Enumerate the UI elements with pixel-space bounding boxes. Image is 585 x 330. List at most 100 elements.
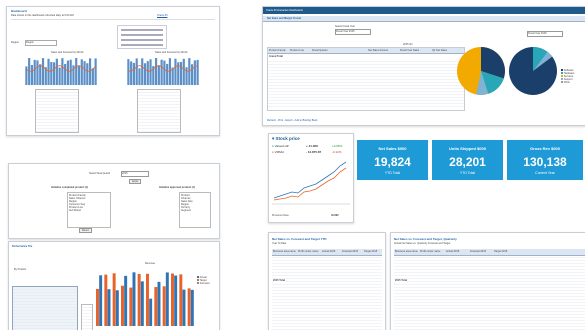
- kpi-subtitle: YTD Total: [459, 171, 476, 175]
- bar: [174, 58, 177, 85]
- stock-row-2: ● VMMH - 12.875.87 -0.12%: [272, 150, 350, 154]
- bar: [75, 58, 78, 85]
- bar: [132, 272, 136, 326]
- bar: [91, 68, 94, 85]
- stock-row-1-value: + 41.368: [306, 144, 318, 148]
- chevron-down-icon[interactable]: ▾: [272, 136, 274, 141]
- forecast-quarterly-panel: Net Sales vs. Forecast and Target, Quart…: [390, 232, 585, 330]
- forecast-quarterly-title: Net Sales vs. Forecast and Target, Quart…: [394, 237, 457, 241]
- region-filter-label: Region: [11, 41, 19, 44]
- bar: [39, 64, 42, 85]
- pivot-table-header: Product Family Product Line Fiscal Quart…: [268, 48, 464, 54]
- bar: [190, 289, 194, 326]
- bar: [154, 58, 158, 85]
- bar: [130, 61, 133, 85]
- left-chart-title: Sales and Forecast by Month: [51, 51, 84, 54]
- report-link[interactable]: Oracle BI: [157, 14, 167, 17]
- bar: [132, 62, 136, 85]
- right-box-title: Initiative approved product (1): [159, 186, 195, 189]
- bar: [140, 281, 144, 326]
- bar: [33, 59, 36, 85]
- kpi-tile-gross-rev[interactable]: Gross Rev $000 130,138 Current Year: [507, 140, 583, 180]
- bar: [30, 64, 34, 85]
- col-header-qtr-net-sales: Qtr Net Sales: [432, 49, 448, 52]
- forecast-ytd-table: Business area name Profit center name Ac…: [272, 249, 382, 330]
- section-bar: Net Sales and Margin Trends: [263, 16, 585, 22]
- kpi-tile-units-shipped[interactable]: Units Shipped $000 28,201 YTD Total: [432, 140, 503, 180]
- bi-dashboard-window: Oracle BI Interactive Dashboards Home Ca…: [262, 6, 585, 126]
- bar: [124, 275, 128, 326]
- forecast-quarterly-total-label: 2015 Total: [395, 279, 408, 282]
- bar: [179, 62, 183, 85]
- reset-button[interactable]: Reset: [79, 228, 92, 233]
- section-title: Net Sales and Margin Trends: [267, 17, 302, 20]
- bar: [104, 274, 108, 326]
- list-item[interactable]: Segment: [181, 209, 209, 212]
- fiscal-period-label: Select fiscal period: [89, 172, 110, 175]
- bar: [143, 63, 147, 85]
- col-header: Profit center name: [420, 250, 441, 253]
- stock-row-1: ● Valued HP + 41.368 +0.06%: [272, 144, 350, 148]
- bar: [121, 285, 124, 326]
- pie-legend: Software Hardware Services Support Other: [561, 69, 575, 84]
- bar: [135, 58, 138, 85]
- analysis-table-label: By Product: [14, 268, 27, 271]
- forecast-quarterly-body: [394, 255, 585, 330]
- bar: [61, 58, 64, 85]
- bullet-icon: ●: [272, 144, 274, 148]
- region-filter-dropdown[interactable]: Region: [25, 40, 57, 46]
- bar: [69, 59, 72, 85]
- bar: [137, 274, 141, 326]
- fiscal-year-prompt-dropdown[interactable]: Fiscal Year 2015: [335, 29, 371, 35]
- forecast-quarterly-subtitle: Actual Net Sales vs. Quarterly Forecast …: [394, 242, 451, 245]
- prompt-block: [117, 25, 167, 49]
- bar: [127, 59, 130, 85]
- previous-close-label: Previous Close: [272, 214, 289, 217]
- col-header-product-line: Product Line: [290, 49, 305, 52]
- bar: [107, 289, 111, 326]
- kpi-tile-net-sales[interactable]: Net Sales $000 19,824 YTD Total: [357, 140, 428, 180]
- pie-prompt-dropdown[interactable]: Fiscal Year 2015: [527, 31, 563, 37]
- bar: [149, 298, 153, 326]
- analysis-mini-table: [81, 304, 93, 330]
- footer-links[interactable]: Refresh - Print - Export - Add to Briefi…: [267, 119, 317, 122]
- apply-button[interactable]: Apply: [129, 179, 142, 184]
- bar: [99, 275, 103, 326]
- bar: [149, 59, 152, 85]
- forecast-quarterly-table: Business area name Profit center name Ac…: [394, 249, 585, 330]
- col-header-net-sales: Net Sales Amount: [368, 49, 389, 52]
- analysis-title: Performance Tile: [12, 245, 33, 248]
- bar: [157, 281, 161, 326]
- col-header: Actual 2015: [446, 250, 460, 253]
- list-item[interactable]: Sub Brand: [69, 209, 109, 212]
- col-header-fiscal-year-sales: Fiscal Year Sales: [400, 49, 420, 52]
- pie-chart-navy: [509, 47, 557, 95]
- bar: [83, 61, 86, 85]
- bar: [41, 58, 45, 85]
- fiscal-period-dropdown[interactable]: 2015: [121, 171, 149, 177]
- col-header: Target 2015: [364, 250, 378, 253]
- kpi-title: Units Shipped $000: [449, 146, 486, 151]
- kpi-title: Gross Rev $000: [529, 146, 561, 151]
- bar: [160, 59, 163, 85]
- kpi-value: 130,138: [523, 155, 567, 169]
- report-title: Dashboard: [11, 9, 27, 13]
- col-header: Profit center name: [298, 250, 319, 253]
- bar: [129, 287, 133, 326]
- analysis-chart-title: Revenue: [145, 262, 156, 265]
- stock-row-2-change: -0.12%: [332, 150, 342, 154]
- forecast-ytd-subtitle: Year To Date: [272, 242, 287, 245]
- bar: [196, 59, 199, 85]
- bar: [193, 60, 196, 85]
- pie-chart-gold: [457, 47, 505, 95]
- bar: [112, 273, 116, 326]
- col-header: Business area name: [273, 250, 296, 253]
- report-subtitle: Data shown in this dashboard refreshed d…: [11, 14, 74, 17]
- stock-row-2-value: - 12.875.87: [306, 150, 322, 154]
- analysis-bar-chart: [96, 272, 194, 326]
- bar: [94, 58, 97, 85]
- right-checkbox-list: Product Channel Sales Rep Region Territo…: [179, 192, 211, 228]
- bar: [165, 272, 169, 326]
- analysis-data-table: [12, 286, 78, 330]
- stock-title-text: Stock price: [275, 136, 300, 141]
